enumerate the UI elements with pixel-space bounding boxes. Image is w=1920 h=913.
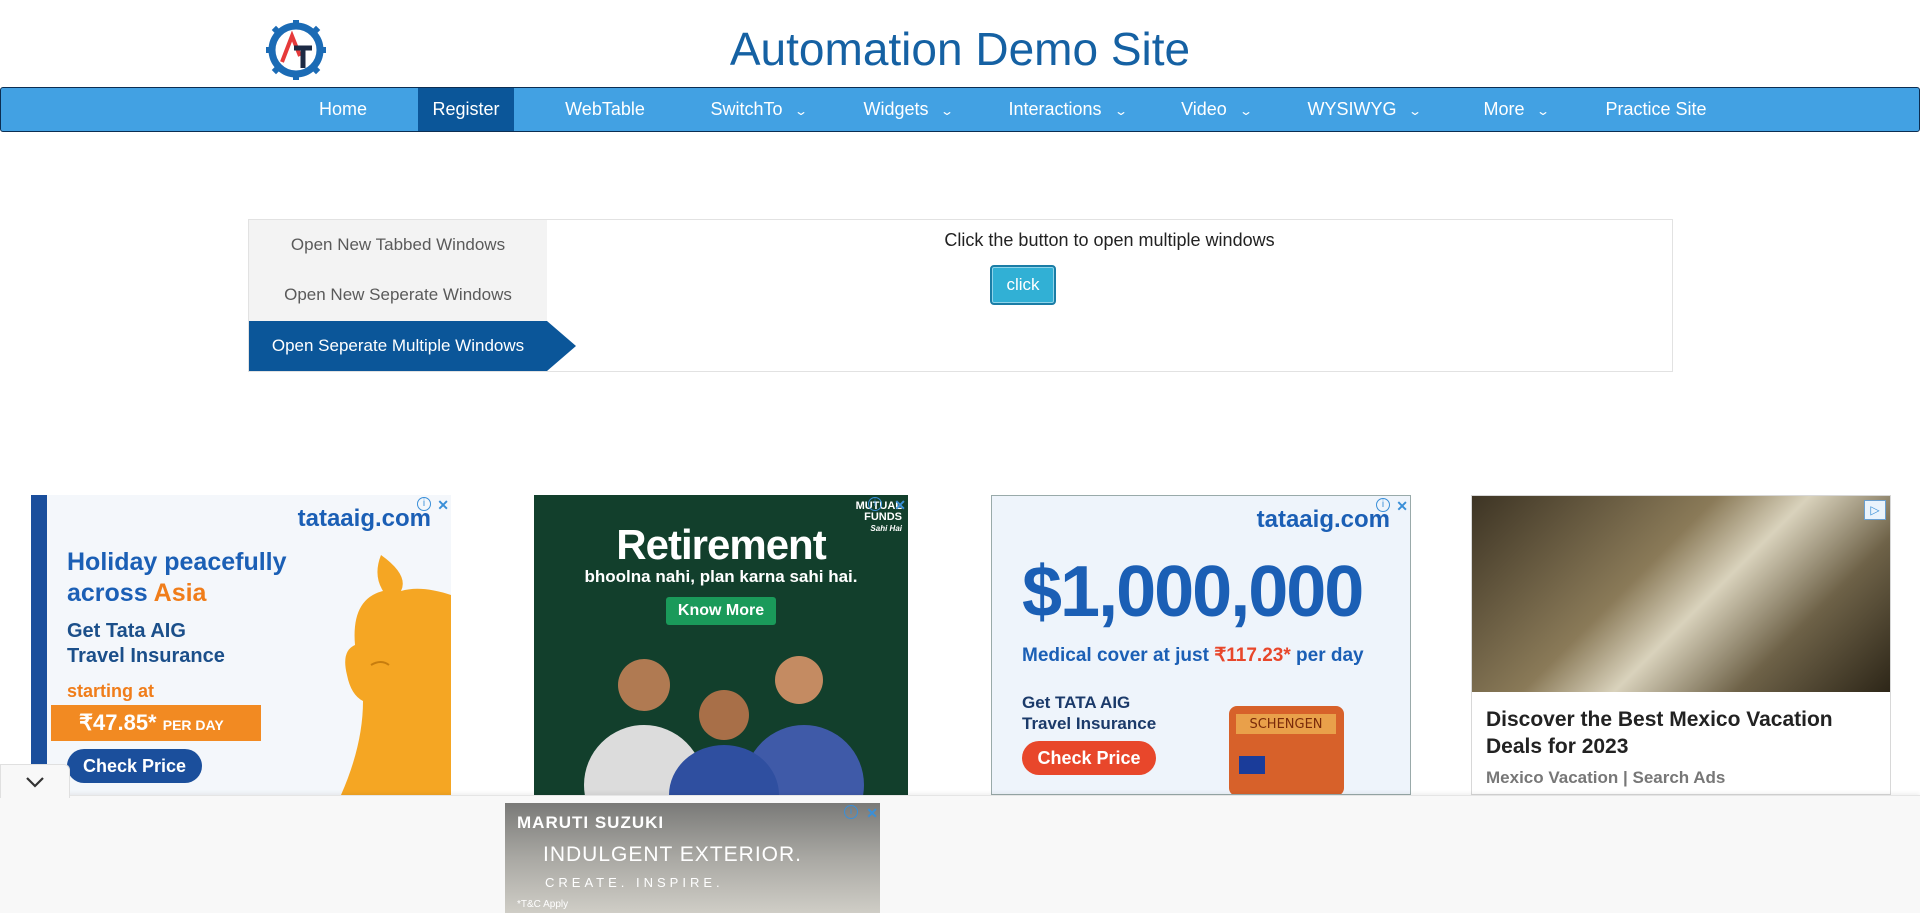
nav-label: Widgets [863, 99, 929, 119]
suitcase-image: SCHENGEN [1229, 706, 1344, 794]
vacation-photo [1472, 496, 1890, 692]
nav-label: Video [1181, 99, 1227, 119]
know-more-button[interactable]: Know More [666, 597, 776, 625]
ad-mexico[interactable]: ▷ Discover the Best Mexico Vacation Deal… [1471, 495, 1891, 795]
tab-multiple-windows[interactable]: Open Seperate Multiple Windows [249, 321, 547, 371]
tab-separate-windows[interactable]: Open New Seperate Windows [249, 270, 547, 320]
ad-headline: INDULGENT EXTERIOR. [543, 843, 802, 866]
windows-tab-list: Open New Tabbed Windows Open New Seperat… [249, 220, 547, 371]
ad-headline: Retirement [616, 521, 826, 568]
collapse-ad-button[interactable] [0, 764, 70, 798]
active-tab-arrow [547, 321, 576, 371]
ad-line: Travel Insurance [1022, 714, 1157, 733]
chevron-down-icon [26, 777, 44, 788]
ad-brand: tataaig.com [297, 505, 431, 532]
ad-line: Holiday peacefully [67, 548, 287, 576]
ad-brand: tataaig.com [1256, 506, 1390, 533]
adchoices-icon[interactable]: ▷ [1864, 500, 1886, 520]
nav-label: WYSIWYG [1307, 99, 1397, 119]
ad-tata-million[interactable]: tataaig.com i ✕ $1,000,000 Medical cover… [991, 495, 1411, 795]
main-nav: Home Register WebTable SwitchTo ⌄ Widgets… [0, 87, 1920, 132]
nav-register[interactable]: Register [418, 88, 514, 131]
info-icon[interactable]: i [1376, 498, 1390, 512]
nav-wysiwyg[interactable]: WYSIWYG ⌄ [1297, 88, 1431, 131]
nav-home[interactable]: Home [301, 88, 385, 131]
ad-line: Get Tata AIG [67, 620, 186, 642]
ad-line: Get TATA AIG [1022, 693, 1131, 712]
ad-brand: MARUTI SUZUKI [517, 813, 665, 832]
ad-price-value: ₹47.85* [79, 710, 157, 735]
windows-panel: Open New Tabbed Windows Open New Seperat… [248, 219, 1673, 372]
close-icon[interactable]: ✕ [437, 497, 449, 514]
nav-label: SwitchTo [710, 99, 783, 119]
chevron-down-icon: ⌄ [1238, 104, 1253, 118]
nav-label: More [1483, 99, 1525, 119]
close-icon[interactable]: ✕ [1396, 498, 1408, 515]
check-price-button[interactable]: Check Price [67, 749, 202, 783]
nav-label: Register [432, 99, 500, 119]
people-image [584, 656, 864, 795]
ad-tata-asia[interactable]: tataaig.com i ✕ Holiday peacefully acros… [31, 495, 451, 795]
tab-tabbed-windows[interactable]: Open New Tabbed Windows [249, 220, 547, 270]
close-icon[interactable]: ✕ [894, 497, 906, 514]
chevron-down-icon: ⌄ [940, 104, 955, 118]
info-icon[interactable]: i [868, 497, 882, 511]
ad-maruti[interactable]: MARUTI SUZUKI i ✕ INDULGENT EXTERIOR. CR… [505, 803, 880, 913]
ad-line: per day [1290, 645, 1364, 666]
nav-label: Practice Site [1605, 99, 1707, 119]
ad-retirement[interactable]: MUTUAL FUNDS Sahi Hai i ✕ Retirement bho… [534, 495, 908, 795]
suitcase-label: SCHENGEN [1249, 717, 1322, 732]
page-title: Automation Demo Site [729, 23, 1191, 75]
ad-headline[interactable]: Discover the Best Mexico Vacation Deals … [1486, 706, 1886, 760]
click-button[interactable]: click [990, 265, 1056, 305]
ad-subheadline: bhoolna nahi, plan karna sahi hai. [584, 567, 858, 586]
instruction-text: Click the button to open multiple window… [944, 230, 1275, 250]
ad-price: ₹47.85* PER DAY [51, 705, 261, 741]
chevron-down-icon: ⌄ [1113, 104, 1128, 118]
nav-video[interactable]: Video ⌄ [1171, 88, 1261, 131]
chevron-down-icon: ⌄ [1408, 104, 1423, 118]
ad-subheadline: CREATE. INSPIRE. [545, 875, 724, 890]
ad-source: Mexico Vacation | Search Ads [1486, 768, 1726, 787]
nav-more[interactable]: More ⌄ [1471, 88, 1561, 131]
sticky-ad-bar [0, 795, 1920, 913]
nav-widgets[interactable]: Widgets ⌄ [853, 88, 963, 131]
ad-body: Get TATA AIG Travel Insurance [1022, 692, 1156, 734]
close-icon[interactable]: ✕ [866, 805, 878, 822]
nav-interactions[interactable]: Interactions ⌄ [995, 88, 1139, 131]
ad-subheadline: Get Tata AIG Travel Insurance [67, 619, 225, 669]
nav-webtable[interactable]: WebTable [546, 88, 664, 131]
info-icon[interactable]: i [844, 805, 858, 819]
nav-switchto[interactable]: SwitchTo ⌄ [696, 88, 821, 131]
ad-headline: Holiday peacefully across Asia [67, 547, 287, 609]
ad-price-unit: PER DAY [162, 717, 224, 733]
ad-disclaimer: *T&C Apply [517, 899, 569, 910]
check-price-button[interactable]: Check Price [1022, 741, 1156, 775]
ad-line: Travel Insurance [67, 645, 225, 667]
chevron-down-icon: ⌄ [1536, 104, 1551, 118]
ad-subheadline: Medical cover at just ₹117.23* per day [1022, 644, 1364, 667]
ad-line: across [67, 579, 154, 607]
nav-label: Home [318, 99, 367, 119]
nav-practice-site[interactable]: Practice Site [1595, 88, 1717, 131]
nav-label: Interactions [1008, 99, 1102, 119]
ad-headline: $1,000,000 [1022, 552, 1364, 632]
ad-line: Medical cover at just [1022, 645, 1215, 666]
buddha-image [341, 555, 451, 795]
ad-line-highlight: Asia [153, 579, 207, 607]
info-icon[interactable]: i [417, 497, 431, 511]
nav-label: WebTable [565, 99, 645, 119]
chevron-down-icon: ⌄ [794, 104, 809, 118]
ad-starting: starting at [67, 681, 155, 701]
ad-price-value: ₹117.23* [1214, 645, 1291, 666]
